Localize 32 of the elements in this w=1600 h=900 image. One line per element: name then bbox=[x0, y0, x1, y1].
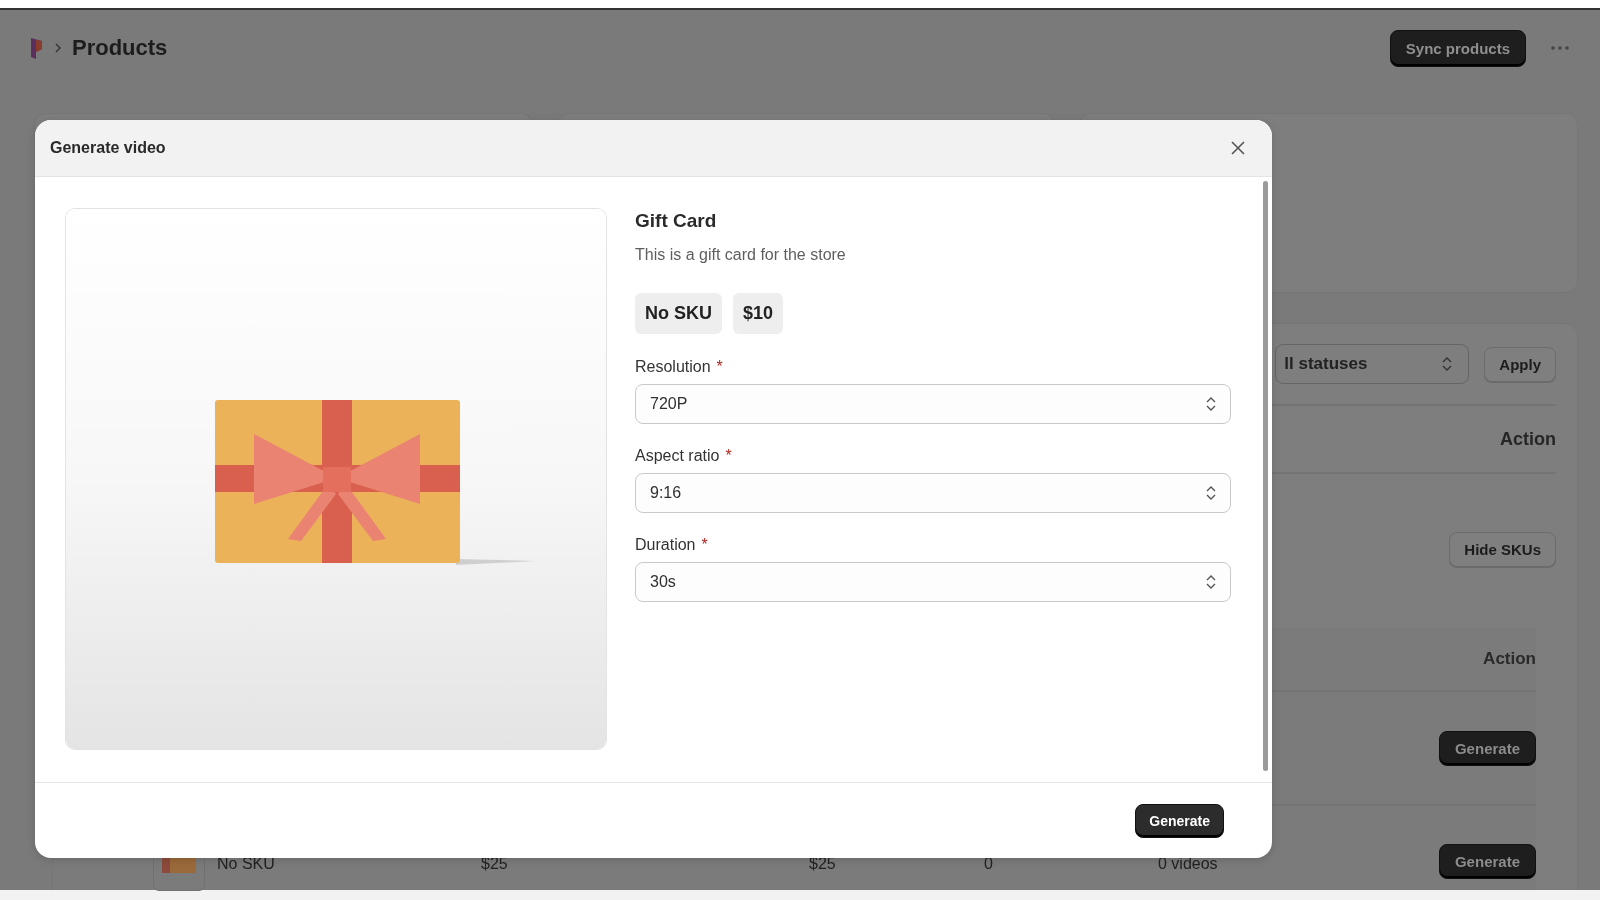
select-field[interactable]: 30s bbox=[635, 562, 1231, 602]
field-label: Resolution bbox=[635, 358, 711, 376]
required-mark: * bbox=[725, 447, 732, 465]
hide-skus-button[interactable]: Hide SKUs bbox=[1449, 531, 1556, 567]
required-mark: * bbox=[701, 536, 708, 554]
product-tag: $10 bbox=[733, 293, 784, 334]
column-header: Action bbox=[1500, 428, 1556, 450]
updown-chevron-icon bbox=[1206, 485, 1216, 501]
scrollbar[interactable] bbox=[1263, 181, 1268, 771]
close-icon[interactable] bbox=[1230, 140, 1246, 156]
updown-chevron-icon bbox=[1206, 396, 1216, 412]
apply-button[interactable]: Apply bbox=[1484, 346, 1556, 382]
column-header: Action bbox=[1483, 649, 1536, 669]
sync-products-button[interactable]: Sync products bbox=[1389, 29, 1526, 67]
more-icon[interactable] bbox=[1550, 45, 1570, 51]
dialog-title: Generate video bbox=[50, 139, 166, 157]
chevron-icon bbox=[54, 42, 62, 54]
generate-button[interactable]: Generate bbox=[1438, 844, 1536, 879]
field-label: Aspect ratio bbox=[635, 447, 720, 465]
product-description: This is a gift card for the store bbox=[635, 246, 847, 264]
field-label: Duration bbox=[635, 536, 696, 554]
generate-button[interactable]: Generate bbox=[1135, 803, 1224, 838]
updown-chevron-icon bbox=[1206, 574, 1216, 590]
generate-button[interactable]: Generate bbox=[1438, 730, 1536, 766]
required-mark: * bbox=[716, 358, 723, 376]
product-tag: No SKU bbox=[635, 293, 722, 334]
page-title: Products bbox=[72, 35, 168, 61]
product-name: Gift Card bbox=[635, 210, 718, 232]
select-field[interactable]: 9:16 bbox=[635, 473, 1231, 513]
updown-chevron-icon bbox=[1442, 356, 1453, 372]
status-select[interactable]: ll statuses bbox=[1275, 344, 1470, 384]
select-field[interactable]: 720P bbox=[635, 384, 1231, 424]
